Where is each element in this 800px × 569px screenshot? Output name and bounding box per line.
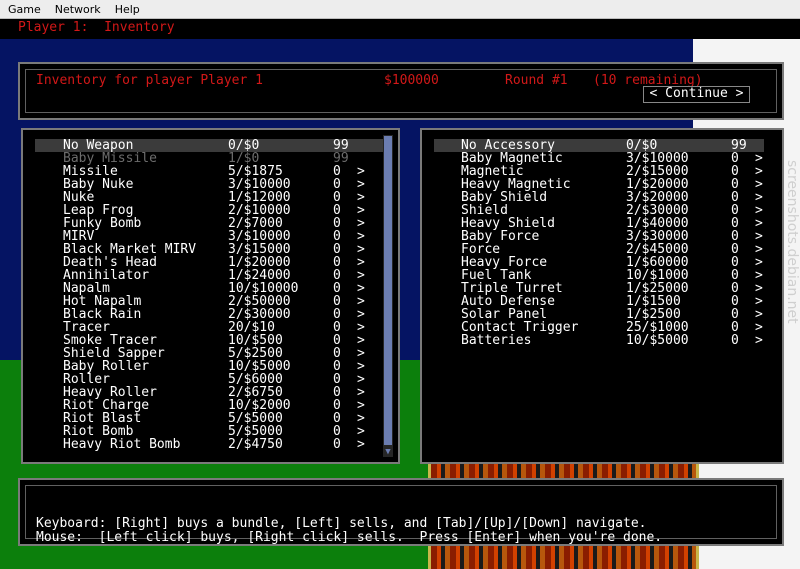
item-price: 10/$5000 (626, 333, 689, 348)
buy-arrow-icon: > (755, 333, 763, 348)
weapons-panel: No Weapon 0/$0 99 Baby Missile 1/$0 99 Missile… (21, 128, 400, 464)
accessory-row[interactable]: Batteries 10/$5000 0 > (434, 334, 764, 347)
menu-network[interactable]: Network (47, 0, 107, 16)
menu-help[interactable]: Help (107, 0, 146, 16)
item-price: 2/$4750 (228, 437, 283, 452)
accessories-list: No Accessory 0/$0 99 Baby Magnetic 3/$10000 0… (434, 139, 764, 347)
inventory-label: Inventory for player Player 1 (36, 73, 263, 88)
weapon-row[interactable]: Heavy Riot Bomb 2/$4750 0 > (35, 438, 387, 451)
screen-title-bar: Player 1: Inventory (0, 19, 800, 39)
menu-game[interactable]: Game (0, 0, 47, 16)
help-keyboard-line: Keyboard: [Right] buys a bundle, [Left] … (36, 516, 647, 531)
inventory-info-panel: Inventory for player Player 1 $100000 Ro… (18, 62, 784, 120)
scroll-down-icon[interactable]: ▼ (383, 447, 393, 457)
cash-amount: $100000 (384, 73, 439, 88)
scrollbar-thumb[interactable] (384, 136, 392, 445)
item-quantity: 0 (731, 333, 739, 348)
weapons-list: No Weapon 0/$0 99 Baby Missile 1/$0 99 Missile… (35, 139, 387, 451)
menu-bar: Game Network Help (0, 0, 800, 19)
buy-arrow-icon: > (357, 437, 365, 452)
help-mouse-line: Mouse: [Left click] buys, [Right click] … (36, 530, 663, 545)
help-panel: Keyboard: [Right] buys a bundle, [Left] … (18, 478, 784, 546)
item-name: Heavy Riot Bomb (63, 437, 181, 452)
round-number: Round #1 (505, 73, 568, 88)
screen-title: Player 1: Inventory (18, 20, 175, 35)
item-quantity: 0 (333, 437, 341, 452)
continue-button[interactable]: < Continue > (643, 86, 750, 103)
item-name: Batteries (461, 333, 532, 348)
accessories-panel: No Accessory 0/$0 99 Baby Magnetic 3/$10000 0… (420, 128, 784, 464)
weapons-scrollbar[interactable]: ▼ (383, 135, 393, 457)
